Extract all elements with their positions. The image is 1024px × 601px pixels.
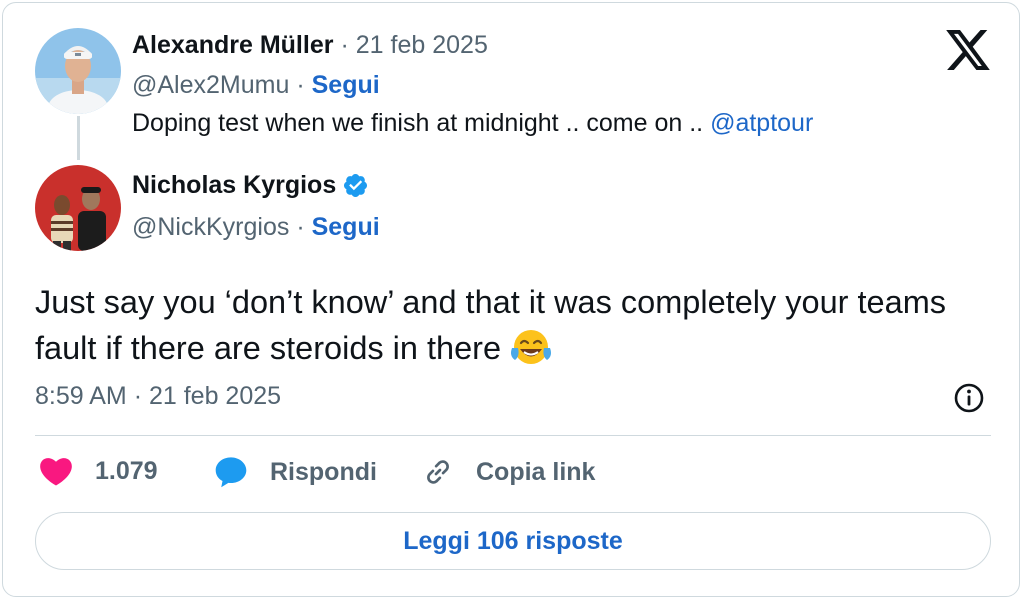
separator-dot: · bbox=[296, 213, 305, 241]
read-replies-button[interactable]: Leggi 106 risposte bbox=[35, 512, 991, 570]
reply-label: Rispondi bbox=[270, 457, 377, 486]
link-icon bbox=[427, 460, 449, 484]
reply-button[interactable]: Rispondi bbox=[214, 456, 377, 488]
main-author-handle[interactable]: @NickKyrgios bbox=[132, 213, 289, 241]
copy-link-label: Copia link bbox=[476, 457, 596, 486]
copy-link-button[interactable]: Copia link bbox=[422, 456, 595, 488]
info-icon[interactable] bbox=[953, 382, 985, 414]
verified-badge-icon bbox=[344, 173, 368, 198]
main-tweet-text: Just say you ‘don’t know’ and that it wa… bbox=[35, 279, 995, 371]
like-button[interactable]: 1.079 bbox=[39, 456, 158, 486]
quoted-tweet-body: Doping test when we finish at midnight .… bbox=[132, 109, 711, 137]
like-count: 1.079 bbox=[95, 456, 158, 485]
tweet-timestamp[interactable]: 8:59 AM · 21 feb 2025 bbox=[35, 382, 281, 411]
follow-button-alexandre[interactable]: Segui bbox=[312, 71, 380, 99]
quoted-author-name[interactable]: Alexandre Müller bbox=[132, 31, 333, 60]
heart-icon bbox=[40, 458, 72, 486]
main-author-name[interactable]: Nicholas Kyrgios bbox=[132, 171, 336, 200]
quoted-author-handle[interactable]: @Alex2Mumu bbox=[132, 71, 289, 99]
speech-bubble-icon bbox=[215, 457, 247, 488]
main-author-row: Nicholas Kyrgios bbox=[132, 171, 369, 200]
separator-dot: · bbox=[340, 31, 349, 59]
mention-link-atptour[interactable]: @atptour bbox=[710, 109, 813, 137]
thread-connector-line bbox=[77, 116, 80, 160]
quoted-handle-row: @Alex2Mumu · Segui bbox=[132, 71, 380, 100]
divider bbox=[35, 435, 991, 436]
quoted-tweet-date[interactable]: 21 feb 2025 bbox=[356, 31, 488, 60]
main-tweet-body: Just say you ‘don’t know’ and that it wa… bbox=[35, 284, 947, 366]
tweet-time: 8:59 AM bbox=[35, 382, 127, 410]
read-replies-label: Leggi 106 risposte bbox=[403, 526, 623, 555]
quoted-tweet-text: Doping test when we finish at midnight .… bbox=[132, 109, 813, 138]
quoted-author-row: Alexandre Müller · 21 feb 2025 bbox=[132, 31, 488, 60]
avatar-alexandre-muller[interactable] bbox=[35, 28, 121, 114]
x-logo-icon[interactable] bbox=[946, 30, 990, 70]
main-handle-row: @NickKyrgios · Segui bbox=[132, 213, 380, 242]
tweet-date: 21 feb 2025 bbox=[148, 382, 282, 410]
follow-button-nicholas[interactable]: Segui bbox=[312, 213, 380, 241]
avatar-nicholas-kyrgios[interactable] bbox=[35, 165, 121, 251]
separator-dot: · bbox=[133, 382, 143, 410]
separator-dot: · bbox=[296, 71, 305, 99]
face-with-tears-of-joy-icon bbox=[511, 330, 552, 364]
